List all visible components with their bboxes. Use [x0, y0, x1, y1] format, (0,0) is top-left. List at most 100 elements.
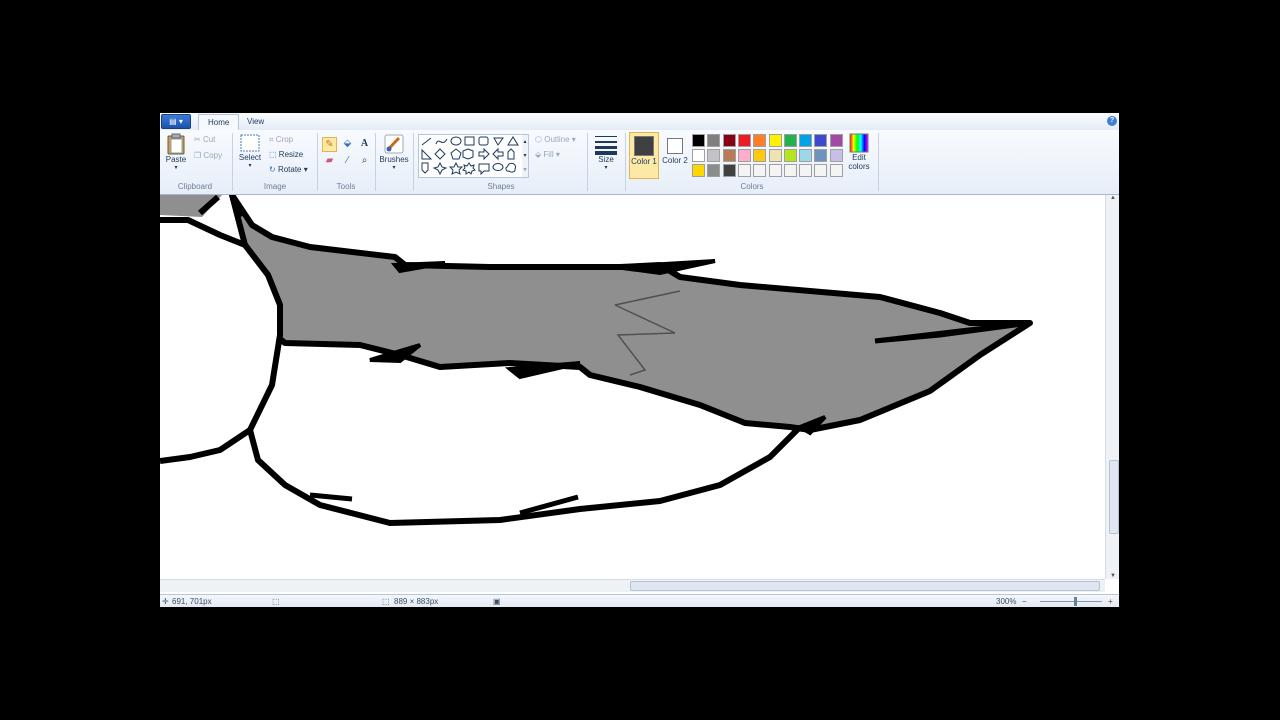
drawing-canvas[interactable] — [160, 195, 1105, 591]
palette-swatch[interactable] — [814, 164, 828, 177]
palette-swatch[interactable] — [753, 134, 767, 147]
shapes-scroll[interactable]: ▴ ▾ ▿ — [522, 134, 529, 178]
group-label-image: Image — [263, 182, 287, 191]
palette-swatch[interactable] — [692, 164, 705, 177]
palette-swatch[interactable] — [722, 134, 736, 147]
color2-swatch — [667, 138, 683, 154]
status-bar: ✛ 691, 701px ⬚ ⬚ 889 × 883px ▣ 300% − + — [160, 594, 1119, 607]
resize-button[interactable]: ⬚ Resize — [269, 150, 303, 159]
shapes-grid — [421, 136, 519, 176]
rotate-button[interactable]: ↻ Rotate ▾ — [269, 165, 308, 174]
divider — [413, 133, 414, 191]
scroll-up-icon[interactable]: ▲ — [1106, 195, 1119, 201]
group-label-clipboard: Clipboard — [177, 182, 213, 191]
divider — [878, 133, 879, 191]
palette-swatch[interactable] — [768, 149, 782, 162]
image-size-icon: ⬚ — [382, 597, 390, 606]
palette-swatch[interactable] — [829, 164, 843, 177]
resize-label: Resize — [278, 150, 304, 159]
zoom-in-icon[interactable]: + — [1108, 597, 1113, 606]
color2-button[interactable]: Color 2 — [661, 132, 689, 165]
brush-icon — [384, 134, 404, 154]
edit-colors-button[interactable]: Edit colors — [843, 133, 875, 171]
zoom-slider[interactable] — [1040, 601, 1102, 602]
fill-tool[interactable]: ⬙ — [340, 137, 355, 152]
palette-swatch[interactable] — [707, 134, 721, 147]
rotate-icon: ↻ — [269, 165, 276, 174]
divider — [587, 133, 588, 191]
fill-button[interactable]: ⬙ Fill ▾ — [535, 150, 560, 159]
crop-button[interactable]: ⌗ Crop — [269, 135, 293, 145]
palette-swatch[interactable] — [799, 134, 813, 147]
palette-swatch[interactable] — [814, 149, 828, 162]
palette-swatch[interactable] — [783, 134, 797, 147]
palette-swatch[interactable] — [692, 134, 705, 147]
help-icon[interactable]: ? — [1107, 116, 1117, 126]
palette-swatch[interactable] — [783, 149, 797, 162]
drawing-image[interactable] — [160, 195, 1105, 591]
copy-button[interactable]: ❐ Copy — [194, 151, 222, 160]
tab-view[interactable]: View — [238, 114, 273, 130]
color-wheel-icon — [849, 133, 869, 153]
ribbon-tab-bar: ▤ ▾ Home View ? — [160, 113, 1119, 131]
color1-label: Color 1 — [631, 157, 657, 166]
resize-icon: ⬚ — [269, 150, 277, 159]
magnifier-tool[interactable]: ⌕ — [357, 154, 372, 169]
text-icon: A — [360, 138, 369, 149]
paste-icon — [167, 133, 185, 155]
brushes-button[interactable]: Brushes ▾ — [378, 133, 410, 171]
paste-label: Paste — [165, 155, 187, 164]
eraser-tool[interactable]: ▰ — [322, 154, 337, 169]
palette-swatch[interactable] — [814, 134, 828, 147]
palette-swatch[interactable] — [768, 134, 782, 147]
palette-swatch[interactable] — [737, 134, 751, 147]
palette-swatch[interactable] — [722, 149, 736, 162]
selection-size-icon: ⬚ — [272, 597, 280, 606]
select-button[interactable]: Select ▾ — [237, 133, 263, 169]
palette-swatch[interactable] — [783, 164, 797, 177]
vertical-scroll-thumb[interactable] — [1109, 460, 1119, 534]
size-button[interactable]: Size ▾ — [591, 133, 621, 171]
palette-swatch[interactable] — [722, 164, 736, 177]
palette-swatch[interactable] — [753, 164, 767, 177]
palette-swatch[interactable] — [737, 164, 751, 177]
color-picker-tool[interactable]: ⁄ — [340, 154, 355, 169]
color1-button[interactable]: Color 1 — [629, 132, 659, 179]
palette-swatch[interactable] — [799, 149, 813, 162]
tab-home[interactable]: Home — [198, 114, 240, 130]
edit-colors-label: Edit colors — [848, 153, 870, 171]
pencil-icon: ✎ — [325, 139, 334, 150]
cursor-position-icon: ✛ — [162, 597, 169, 606]
horizontal-scroll-thumb[interactable] — [630, 581, 1100, 591]
horizontal-scrollbar[interactable] — [160, 579, 1105, 592]
palette-swatch[interactable] — [707, 164, 721, 177]
palette-swatch[interactable] — [737, 149, 751, 162]
palette-swatch[interactable] — [753, 149, 767, 162]
fill-label: Fill — [543, 150, 554, 159]
cut-button[interactable]: ✂ Cut — [194, 135, 215, 144]
size-label: Size — [598, 155, 614, 164]
palette-swatch[interactable] — [768, 164, 782, 177]
zoom-slider-thumb[interactable] — [1074, 597, 1077, 606]
scroll-down-icon[interactable]: ▼ — [1106, 573, 1119, 579]
select-label: Select — [238, 153, 262, 162]
zoom-out-icon[interactable]: − — [1022, 597, 1027, 606]
palette-swatch[interactable] — [692, 149, 705, 162]
palette-swatch[interactable] — [799, 164, 813, 177]
app-menu-button[interactable]: ▤ ▾ — [161, 114, 191, 129]
crop-icon: ⌗ — [269, 135, 274, 144]
paste-button[interactable]: Paste ▾ — [164, 133, 188, 171]
palette-swatch[interactable] — [829, 134, 843, 147]
rotate-label: Rotate — [277, 165, 302, 174]
pencil-tool[interactable]: ✎ — [322, 137, 337, 152]
cut-label: Cut — [202, 135, 216, 144]
vertical-scrollbar[interactable]: ▲ ▼ — [1105, 195, 1119, 579]
line-size-icon — [595, 136, 617, 155]
paint-window: ▤ ▾ Home View ? Paste ▾ ✂ Cut ❐ Copy Cli… — [160, 113, 1119, 607]
copy-icon: ❐ — [194, 151, 202, 160]
outline-button[interactable]: ⬡ Outline ▾ — [535, 135, 576, 144]
palette-swatch[interactable] — [707, 149, 721, 162]
file-size-icon: ▣ — [493, 597, 501, 606]
palette-swatch[interactable] — [829, 149, 843, 162]
text-tool[interactable]: A — [357, 137, 372, 152]
